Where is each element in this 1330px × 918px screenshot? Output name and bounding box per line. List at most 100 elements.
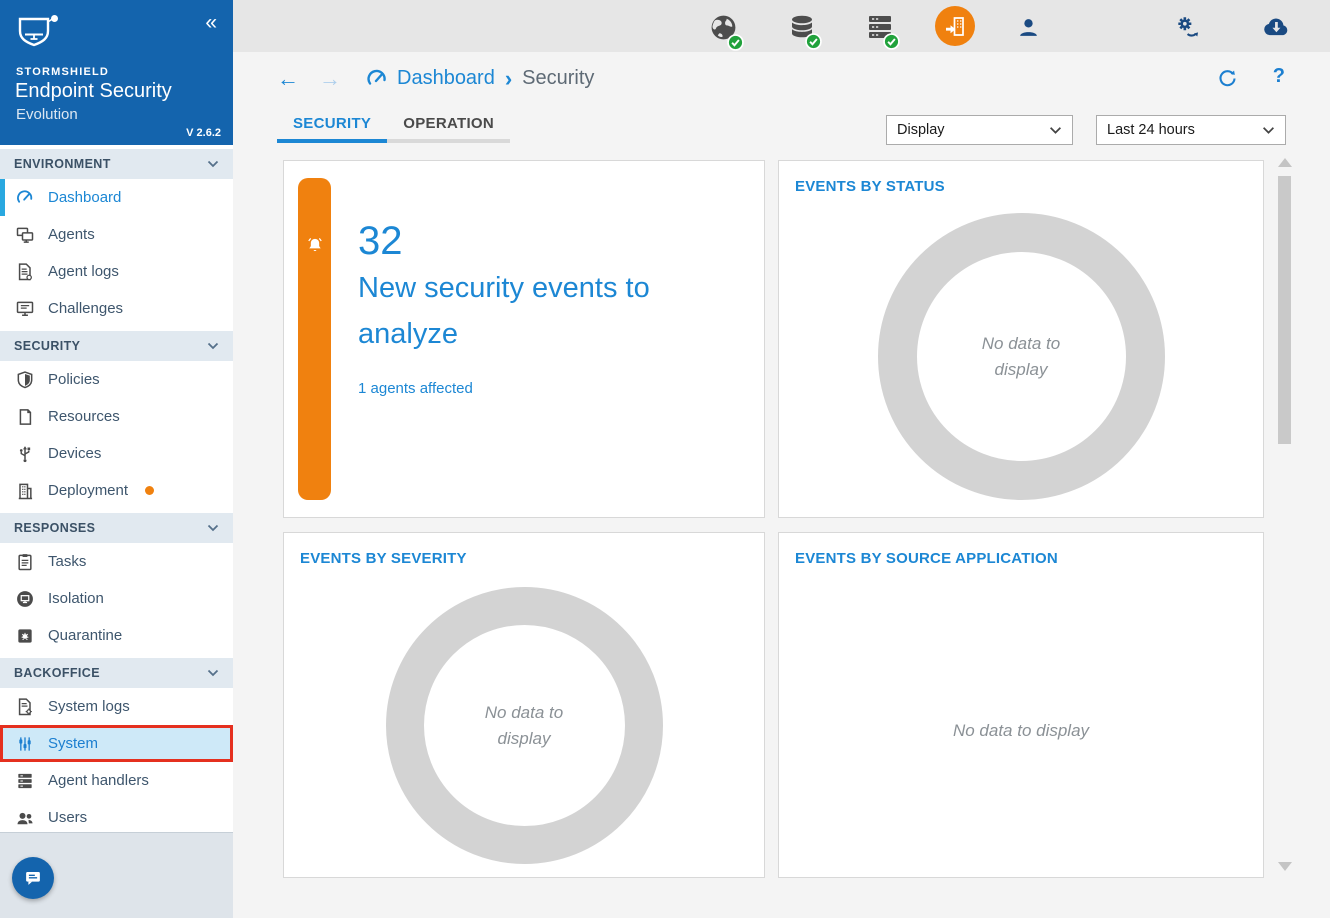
database-status-button[interactable]	[788, 13, 816, 46]
chat-bubble-icon	[22, 867, 44, 889]
sidebar-collapse-button[interactable]: «	[205, 12, 217, 33]
scroll-up-arrow[interactable]	[1278, 158, 1292, 167]
period-dropdown[interactable]: Last 24 hours	[1096, 115, 1286, 145]
stormshield-logo-icon	[16, 14, 62, 56]
sidebar-item-quarantine[interactable]: Quarantine	[0, 617, 233, 654]
sidebar-item-isolation[interactable]: Isolation	[0, 580, 233, 617]
cloud-download-button[interactable]	[1261, 12, 1293, 45]
app-window: « STORMSHIELD Endpoint Security Evolutio…	[0, 0, 1330, 918]
sidebar-item-dashboard[interactable]: Dashboard	[0, 179, 233, 216]
deploy-building-icon	[943, 14, 967, 38]
deployment-notification-dot	[145, 486, 154, 495]
sidebar-item-system[interactable]: System	[0, 725, 233, 762]
sidebar-item-label: Tasks	[48, 553, 86, 570]
new-security-events-card[interactable]: 32 New security events to analyze 1 agen…	[283, 160, 765, 518]
back-arrow-button[interactable]: ←	[277, 68, 299, 90]
chat-button[interactable]	[12, 857, 54, 899]
sidebar-item-agents[interactable]: Agents	[0, 216, 233, 253]
sidebar-item-system-logs[interactable]: System logs	[0, 688, 233, 725]
section-label: BACKOFFICE	[14, 666, 100, 680]
dashboard-tabs: SECURITY OPERATION	[277, 109, 510, 143]
check-badge-icon	[883, 33, 900, 50]
sidebar-item-devices[interactable]: Devices	[0, 435, 233, 472]
sidebar-item-label: Agents	[48, 226, 95, 243]
events-by-status-donut: No data to display	[878, 213, 1165, 500]
check-badge-icon	[727, 34, 744, 51]
sidebar-item-label: Resources	[48, 408, 120, 425]
deployment-pending-button[interactable]	[935, 6, 975, 46]
sidebar-item-challenges[interactable]: Challenges	[0, 290, 233, 327]
sidebar-item-label: Agent handlers	[48, 772, 149, 789]
sidebar-item-label: Deployment	[48, 482, 128, 499]
building-icon	[15, 481, 35, 501]
scroll-down-arrow[interactable]	[1278, 862, 1292, 871]
dashboard-cards: 32 New security events to analyze 1 agen…	[283, 155, 1283, 885]
sidebar-item-label: Challenges	[48, 300, 123, 317]
sidebar-item-label: System	[48, 735, 98, 752]
gauge-icon	[15, 188, 35, 208]
alert-agents-affected-link[interactable]: 1 agents affected	[358, 380, 764, 397]
product-name: Endpoint Security	[15, 80, 172, 103]
sidebar: « STORMSHIELD Endpoint Security Evolutio…	[0, 0, 233, 918]
sidebar-section-environment[interactable]: ENVIRONMENT	[0, 149, 233, 179]
alert-accent-bar	[298, 178, 331, 500]
sidebar-item-deployment[interactable]: Deployment	[0, 472, 233, 509]
users-icon	[15, 808, 35, 828]
events-by-status-card: EVENTS BY STATUS No data to display	[778, 160, 1264, 518]
scroll-icon	[15, 407, 35, 427]
sidebar-section-security[interactable]: SECURITY	[0, 331, 233, 361]
tab-security[interactable]: SECURITY	[277, 109, 387, 143]
server-status-button[interactable]	[866, 13, 894, 46]
sidebar-item-label: Agent logs	[48, 263, 119, 280]
card-title: EVENTS BY SEVERITY	[300, 550, 764, 567]
cloud-download-icon	[1261, 12, 1293, 40]
display-dropdown[interactable]: Display	[886, 115, 1073, 145]
tab-operation[interactable]: OPERATION	[387, 109, 510, 143]
user-account-button[interactable]	[1016, 15, 1041, 45]
alert-text-block: 32 New security events to analyze 1 agen…	[358, 219, 764, 397]
section-label: SECURITY	[14, 339, 80, 353]
breadcrumb: ← → Dashboard › Security ?	[233, 52, 1330, 105]
sidebar-item-label: Devices	[48, 445, 101, 462]
main-area: ← → Dashboard › Security ? SECURITY OPER…	[233, 0, 1330, 918]
no-data-message: No data to display	[459, 700, 589, 751]
settings-sync-button[interactable]	[1174, 14, 1200, 45]
card-title: EVENTS BY SOURCE APPLICATION	[795, 550, 1263, 567]
sidebar-item-policies[interactable]: Policies	[0, 361, 233, 398]
sidebar-item-users[interactable]: Users	[0, 799, 233, 836]
sidebar-item-agent-logs[interactable]: Agent logs	[0, 253, 233, 290]
refresh-icon	[1217, 68, 1238, 89]
document-gear-icon	[15, 697, 35, 717]
chevron-down-icon	[207, 160, 219, 168]
sidebar-item-label: Policies	[48, 371, 100, 388]
section-label: ENVIRONMENT	[14, 157, 111, 171]
dashboard-gauge-icon	[365, 67, 389, 91]
card-title: EVENTS BY STATUS	[795, 178, 1263, 195]
forward-arrow-button[interactable]: →	[319, 68, 341, 90]
internet-status-button[interactable]	[709, 13, 738, 47]
bug-icon	[15, 626, 35, 646]
chevron-down-icon	[1049, 126, 1062, 135]
sidebar-section-responses[interactable]: RESPONSES	[0, 513, 233, 543]
sidebar-item-label: Quarantine	[48, 627, 122, 644]
help-button[interactable]: ?	[1273, 65, 1285, 88]
controls-row: SECURITY OPERATION Display Last 24 hours	[233, 105, 1330, 155]
display-dropdown-value: Display	[897, 122, 945, 138]
sidebar-item-resources[interactable]: Resources	[0, 398, 233, 435]
sidebar-item-label: Isolation	[48, 590, 104, 607]
sidebar-item-agent-handlers[interactable]: Agent handlers	[0, 762, 233, 799]
chevron-down-icon	[1262, 126, 1275, 135]
scrollbar-thumb[interactable]	[1278, 176, 1291, 444]
vertical-scrollbar	[1277, 156, 1293, 876]
no-data-message: No data to display	[956, 331, 1086, 382]
events-by-source-application-card: EVENTS BY SOURCE APPLICATION No data to …	[778, 532, 1264, 878]
person-icon	[1016, 15, 1041, 40]
refresh-button[interactable]	[1217, 68, 1238, 94]
sidebar-item-tasks[interactable]: Tasks	[0, 543, 233, 580]
sidebar-section-backoffice[interactable]: BACKOFFICE	[0, 658, 233, 688]
sidebar-item-label: Users	[48, 809, 87, 826]
isolated-screen-icon	[15, 589, 35, 609]
gear-arrow-icon	[1174, 14, 1200, 40]
breadcrumb-dashboard-link[interactable]: Dashboard	[397, 67, 495, 90]
document-log-icon	[15, 262, 35, 282]
